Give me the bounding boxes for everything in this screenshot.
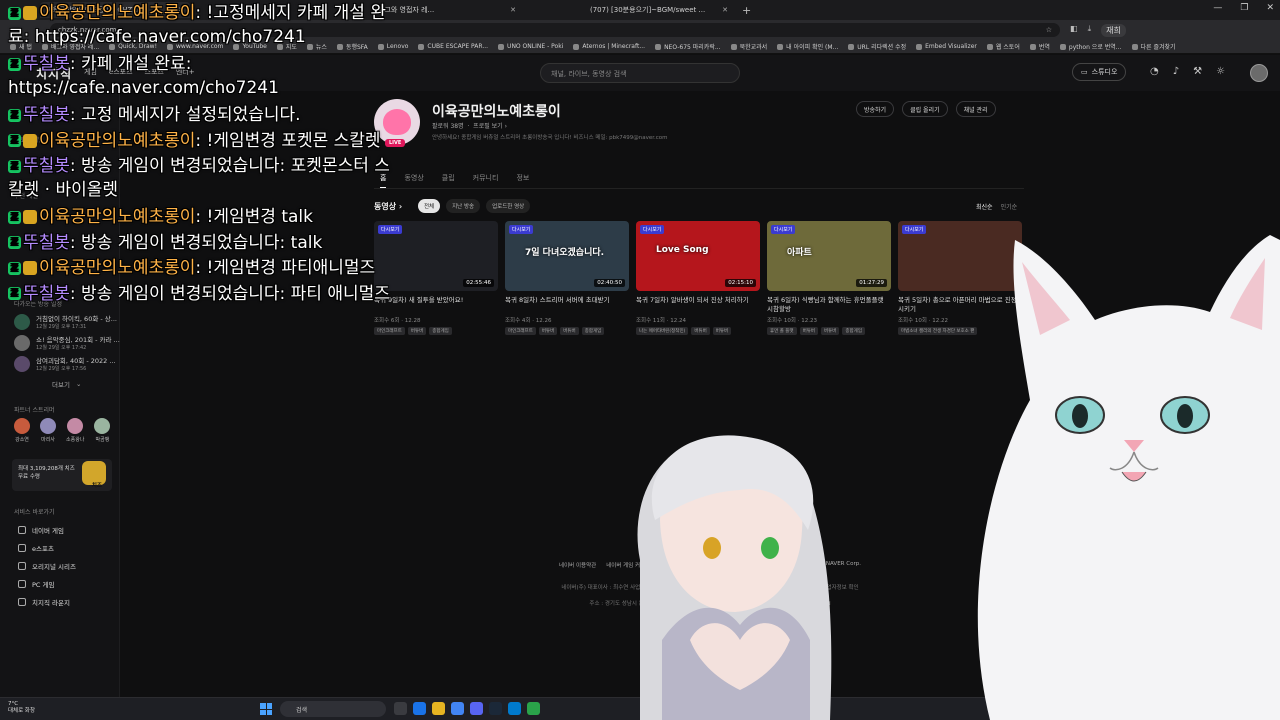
chat-message: Z 이육공만의노예초롱이: !게임변경 파티애니멀즈	[8, 255, 375, 281]
chat-text: : !게임변경 포켓몬 스칼렛	[195, 130, 381, 151]
chat-nickname: 뚜칠봇	[23, 283, 70, 304]
chzzk-badge-icon: Z	[8, 287, 21, 300]
chat-nickname: 이육공만의노예초롱이	[39, 258, 196, 278]
crown-icon	[23, 210, 37, 224]
chzzk-badge-icon: Z	[8, 108, 21, 122]
chzzk-badge-icon: Z	[8, 159, 21, 173]
chat-message: Z 뚜칠봇: 카페 개설 완료:	[8, 51, 191, 77]
chat-message: Z 뚜칠봇: 방송 게임이 변경되었습니다: talk	[8, 230, 322, 256]
chat-nickname: 이육공만의노예초롱이	[39, 207, 196, 227]
chat-text: : 방송 게임이 변경되었습니다: 파티 애니멀즈	[69, 283, 390, 304]
chzzk-badge-icon: Z	[8, 134, 21, 147]
screen: 이육공만의노예초롱이 - CHZZK ✕ 배그와 영접자 레... ✕ (707…	[0, 0, 1280, 720]
chat-text: : !게임변경 파티애니멀즈	[195, 258, 376, 278]
chat-nickname: 뚜칠봇	[23, 54, 70, 74]
chat-text: : 방송 게임이 변경되었습니다: 포켓몬스터 스	[69, 156, 390, 176]
chat-nickname: 이육공만의노예초롱이	[39, 3, 196, 23]
chat-text: : 고정 메세지가 설정되었습니다.	[69, 105, 301, 125]
chat-text: : !게임변경 talk	[195, 207, 313, 227]
chat-message: Z 이육공만의노예초롱이: !게임변경 talk	[8, 204, 313, 230]
chat-message-continuation: https://cafe.naver.com/cho7241	[8, 77, 279, 98]
chat-message: Z 이육공만의노예초롱이: !고정메세지 카페 개설 완	[8, 0, 386, 26]
chat-nickname: 이육공만의노예초롱이	[39, 130, 196, 151]
chat-message-continuation: 료: https://cafe.naver.com/cho7241	[8, 26, 306, 47]
chzzk-badge-icon: Z	[8, 261, 21, 275]
chat-nickname: 뚜칠봇	[23, 156, 70, 176]
chzzk-badge-icon: Z	[8, 236, 21, 249]
crown-icon	[23, 133, 37, 148]
chat-text: : !고정메세지 카페 개설 완	[195, 3, 386, 23]
chzzk-badge-icon: Z	[8, 210, 21, 224]
chzzk-badge-icon: Z	[8, 6, 21, 20]
chat-nickname: 뚜칠봇	[23, 232, 70, 253]
chat-message: Z 이육공만의노예초롱이: !게임변경 포켓몬 스칼렛	[8, 128, 381, 154]
chat-message: Z 뚜칠봇: 방송 게임이 변경되었습니다: 파티 애니멀즈	[8, 281, 390, 307]
chat-message: Z 뚜칠봇: 고정 메세지가 설정되었습니다.	[8, 102, 301, 128]
crown-icon	[23, 6, 37, 20]
chat-nickname: 뚜칠봇	[23, 105, 70, 125]
chat-message: Z 뚜칠봇: 방송 게임이 변경되었습니다: 포켓몬스터 스	[8, 153, 390, 179]
chat-text: : 카페 개설 완료:	[69, 54, 192, 74]
chzzk-badge-icon: Z	[8, 57, 21, 71]
chat-message-continuation: 칼렛 · 바이올렛	[8, 179, 119, 200]
crown-icon	[23, 261, 37, 275]
chat-text: : 방송 게임이 변경되었습니다: talk	[69, 232, 323, 253]
